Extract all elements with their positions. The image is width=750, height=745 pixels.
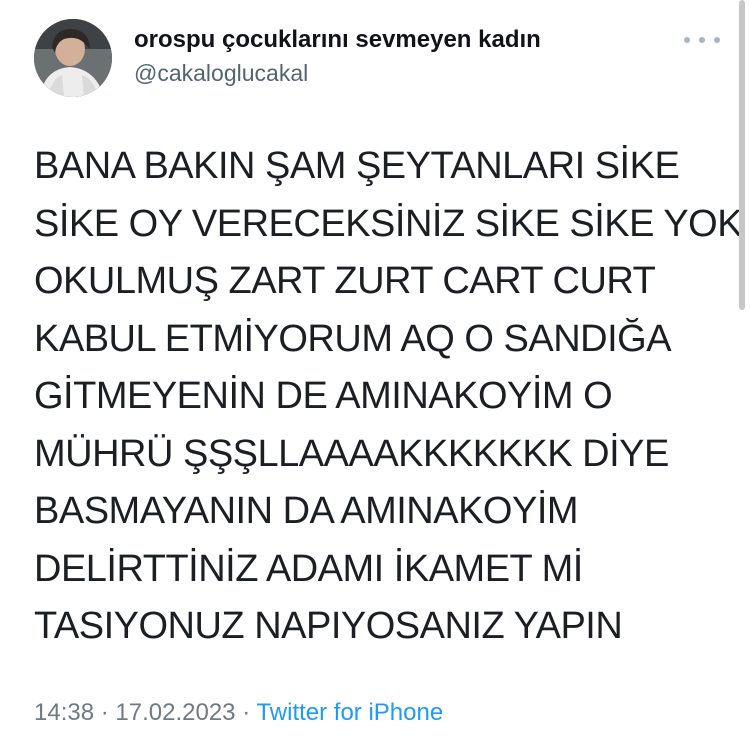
- more-horizontal-icon: [714, 37, 720, 43]
- meta-separator: ·: [242, 699, 251, 726]
- meta-separator: ·: [100, 699, 109, 726]
- tweet-date[interactable]: 17.02.2023: [115, 699, 235, 726]
- avatar-image: [34, 19, 112, 97]
- tweet-text-line: GİTMEYENİN DE AMINAKOYİM O: [34, 375, 613, 417]
- tweet-text-line: SİKE OY VERECEKSİNİZ SİKE SİKE YOK: [34, 202, 743, 245]
- avatar[interactable]: [34, 19, 112, 97]
- tweet-text-line: DELİRTTİNİZ ADAMI İKAMET Mİ: [34, 547, 583, 590]
- more-horizontal-icon: [684, 37, 690, 43]
- tweet-text-line: OKULMUŞ ZART ZURT CART CURT: [34, 260, 656, 302]
- tweet: orospu çocuklarını sevmeyen kadın @cakal…: [0, 0, 750, 745]
- tweet-text-line: MÜHRÜ ŞŞŞLLAAAAKKKKKKK DİYE: [34, 432, 669, 475]
- user-handle[interactable]: @cakaloglucakal: [134, 58, 541, 88]
- tweet-text-line: TASIYONUZ NAPIYOSANIZ YAPIN: [34, 605, 623, 647]
- scrollbar[interactable]: [739, 0, 745, 310]
- tweet-text-line: BANA BAKIN ŞAM ŞEYTANLARI SİKE: [34, 145, 680, 187]
- tweet-text: BANA BAKIN ŞAM ŞEYTANLARI SİKE SİKE OY V…: [34, 138, 743, 656]
- tweet-text-line: KABUL ETMİYORUM AQ O SANDIĞA: [34, 317, 672, 360]
- tweet-metadata: 14:38 · 17.02.2023 · Twitter for iPhone: [34, 697, 443, 729]
- display-name[interactable]: orospu çocuklarını sevmeyen kadın: [134, 25, 541, 55]
- tweet-text-line: BASMAYANIN DA AMINAKOYİM: [34, 490, 579, 532]
- tweet-source-link[interactable]: Twitter for iPhone: [256, 699, 443, 726]
- more-horizontal-icon: [699, 37, 705, 43]
- more-options-button[interactable]: [684, 30, 720, 50]
- tweet-time[interactable]: 14:38: [34, 699, 94, 726]
- tweet-header: orospu çocuklarını sevmeyen kadın @cakal…: [134, 25, 541, 88]
